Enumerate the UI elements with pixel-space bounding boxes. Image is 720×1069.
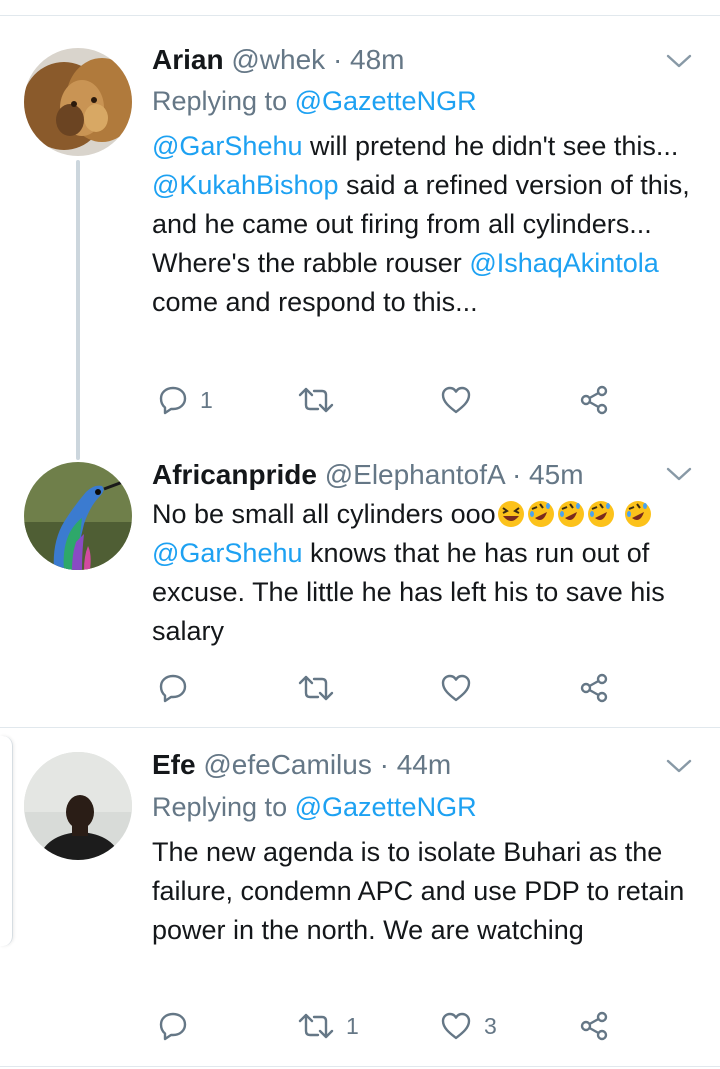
rolling-on-floor-laughing-icon — [557, 501, 584, 527]
tweet-header: Arian @whek · 48m — [152, 43, 405, 77]
like-count: 3 — [484, 1012, 497, 1039]
share-icon — [580, 385, 608, 415]
like-button[interactable] — [440, 668, 484, 708]
reply-icon — [159, 1012, 187, 1041]
timestamp: · 48m — [332, 44, 405, 75]
tweet-actions: 1 — [152, 380, 622, 420]
mention-link[interactable]: @GarShehu — [152, 131, 303, 161]
heart-icon — [441, 386, 471, 414]
reply-button[interactable]: 1 — [158, 380, 213, 420]
replying-to: Replying to @GazetteNGR — [152, 792, 477, 822]
avatar[interactable] — [24, 462, 132, 570]
display-name[interactable]: Efe — [152, 749, 196, 780]
like-button[interactable]: 3 — [440, 1006, 497, 1046]
tweet-separator — [0, 727, 720, 728]
retweet-icon — [298, 675, 334, 701]
reply-icon — [159, 674, 187, 703]
chevron-down-icon[interactable] — [664, 51, 694, 71]
mention-link[interactable]: @GarShehu — [152, 538, 303, 568]
retweet-button[interactable]: 1 — [298, 1006, 359, 1046]
reply-button[interactable] — [158, 1006, 200, 1046]
tweet-header: Africanpride @ElephantofA · 45m — [152, 458, 584, 492]
reply-count: 1 — [200, 386, 213, 413]
share-icon — [580, 673, 608, 703]
tweet-text: @GarShehu will pretend he didn't see thi… — [152, 131, 690, 317]
user-handle[interactable]: @ElephantofA — [325, 459, 504, 490]
mention-link[interactable]: @KukahBishop — [152, 170, 339, 200]
retweet-icon — [298, 387, 334, 413]
retweet-icon — [298, 1013, 334, 1039]
top-separator — [0, 15, 720, 16]
share-button[interactable] — [578, 380, 610, 420]
rolling-on-floor-laughing-icon — [625, 501, 652, 527]
share-button[interactable] — [578, 668, 610, 708]
user-handle[interactable]: @whek — [231, 44, 325, 75]
rolling-on-floor-laughing-icon — [527, 501, 554, 527]
edge-panel-handle[interactable] — [0, 736, 13, 946]
reply-button[interactable] — [158, 668, 200, 708]
share-button[interactable] — [578, 1006, 610, 1046]
retweet-count: 1 — [346, 1012, 359, 1039]
retweet-button[interactable] — [298, 668, 346, 708]
replying-to-handle[interactable]: @GazetteNGR — [295, 792, 477, 822]
avatar[interactable] — [24, 752, 132, 860]
tweet-actions — [152, 668, 622, 708]
user-handle[interactable]: @efeCamilus — [203, 749, 371, 780]
like-button[interactable] — [440, 380, 484, 420]
tweet-actions: 1 3 — [152, 1006, 622, 1046]
timestamp: · 45m — [511, 459, 584, 490]
grinning-squinting-face-icon — [497, 501, 524, 527]
tweet-text: No be small all cylinders ooo @GarShehu … — [152, 499, 665, 646]
display-name[interactable]: Africanpride — [152, 459, 317, 490]
mention-link[interactable]: @IshaqAkintola — [469, 248, 659, 278]
heart-icon — [441, 674, 471, 702]
share-icon — [580, 1011, 608, 1041]
reply-icon — [159, 386, 187, 415]
bottom-separator — [0, 1066, 720, 1067]
display-name[interactable]: Arian — [152, 44, 224, 75]
retweet-button[interactable] — [298, 380, 346, 420]
tweet-text: The new agenda is to isolate Buhari as t… — [152, 837, 685, 945]
heart-icon — [441, 1012, 471, 1040]
avatar[interactable] — [24, 48, 132, 156]
tweet-header: Efe @efeCamilus · 44m — [152, 748, 451, 782]
replying-to: Replying to @GazetteNGR — [152, 86, 477, 116]
replying-to-handle[interactable]: @GazetteNGR — [295, 86, 477, 116]
rolling-on-floor-laughing-icon — [587, 501, 614, 527]
chevron-down-icon[interactable] — [664, 464, 694, 484]
chevron-down-icon[interactable] — [664, 756, 694, 776]
timestamp: · 44m — [379, 749, 452, 780]
thread-line — [76, 160, 80, 460]
